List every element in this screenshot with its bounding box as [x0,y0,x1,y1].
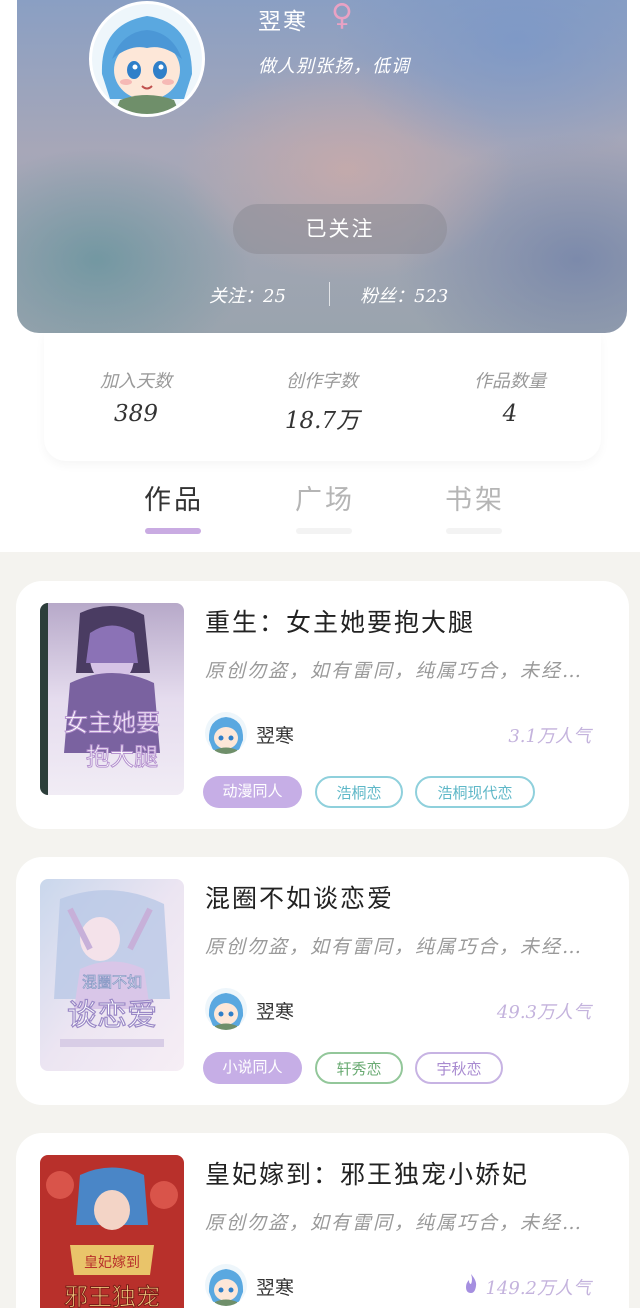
author-avatar [205,1264,247,1306]
cover-title-text: 女主她要 [64,709,160,737]
female-symbol-icon: ♀ [331,0,353,33]
cover-title-text: 混圈不如 [82,973,142,991]
tag-item[interactable]: 小说同人 [203,1052,302,1084]
cover-title-text: 谈恋爱 [67,998,157,1033]
info-label: 创作字数 [286,371,358,392]
work-card[interactable]: 混圈不如 谈恋爱 混圈不如谈恋爱 原创勿盗，如有雷同，纯属巧合，未经… 翌寒 4… [16,857,629,1105]
tab-works[interactable]: 作品 [144,478,204,517]
author-avatar [205,712,247,754]
cover-title-text: 皇妃嫁到 [84,1255,140,1271]
info-label: 加入天数 [100,371,172,392]
info-works-count: 作品数量 4 [430,367,590,427]
profile-name: 翌寒 [258,9,308,35]
author-name: 翌寒 [256,1277,295,1299]
popularity-count: 3.1万人气 [508,726,591,747]
work-title[interactable]: 混圈不如谈恋爱 [205,879,394,915]
work-title[interactable]: 重生：女主她要抱大腿 [205,603,475,639]
tab-works-indicator [145,528,201,534]
popularity-count: 49.3万人气 [496,1002,591,1023]
profile-banner: 翌寒 ♀ 做人别张扬，低调 已关注 关注：25 粉丝：523 [17,0,627,333]
info-word-count: 创作字数 18.7万 [242,367,402,435]
tag-item[interactable]: 轩秀恋 [315,1052,403,1084]
author-name: 翌寒 [256,1001,295,1023]
work-description: 原创勿盗，如有雷同，纯属巧合，未经… [205,660,584,682]
flame-icon [463,1274,479,1299]
work-description: 原创勿盗，如有雷同，纯属巧合，未经… [205,1212,584,1234]
popularity-count: 149.2万人气 [463,1274,591,1300]
stats-divider [329,282,330,306]
followed-button[interactable]: 已关注 [233,204,447,254]
tab-square-indicator [296,528,352,534]
info-value: 18.7万 [284,408,360,434]
follow-stats: 关注：25 粉丝：523 [17,282,627,310]
author-avatar [205,988,247,1030]
work-cover[interactable]: 女主她要 抱大腿 [40,603,184,795]
info-join-days: 加入天数 389 [56,367,216,427]
cover-title-text: 抱大腿 [86,743,158,771]
following-count[interactable]: 关注：25 [209,282,286,308]
author-name: 翌寒 [256,725,295,747]
work-card[interactable]: 皇妃嫁到 邪王独宠 皇妃嫁到：邪王独宠小娇妃 原创勿盗，如有雷同，纯属巧合，未经… [16,1133,629,1308]
tab-bookshelf-indicator [446,528,502,534]
work-cover[interactable]: 混圈不如 谈恋爱 [40,879,184,1071]
tab-bookshelf[interactable]: 书架 [445,478,505,517]
work-card[interactable]: 女主她要 抱大腿 重生：女主她要抱大腿 原创勿盗，如有雷同，纯属巧合，未经… 翌… [16,581,629,829]
popularity-text: 149.2万人气 [485,1278,591,1299]
tag-item[interactable]: 宇秋恋 [415,1052,503,1084]
info-value: 4 [502,401,518,427]
cover-title-text: 邪王独宠 [64,1283,160,1308]
work-title[interactable]: 皇妃嫁到：邪王独宠小娇妃 [205,1155,529,1191]
info-value: 389 [114,401,158,427]
tab-square[interactable]: 广场 [295,478,355,517]
tag-item[interactable]: 动漫同人 [203,776,302,808]
fans-count[interactable]: 粉丝：523 [360,282,448,308]
profile-motto: 做人别张扬，低调 [258,56,410,77]
work-cover[interactable]: 皇妃嫁到 邪王独宠 [40,1155,184,1308]
tag-item[interactable]: 浩桐现代恋 [415,776,535,808]
tag-item[interactable]: 浩桐恋 [315,776,403,808]
profile-avatar[interactable] [89,1,205,117]
profile-info-card: 加入天数 389 创作字数 18.7万 作品数量 4 [44,333,601,461]
info-label: 作品数量 [474,371,546,392]
work-description: 原创勿盗，如有雷同，纯属巧合，未经… [205,936,584,958]
